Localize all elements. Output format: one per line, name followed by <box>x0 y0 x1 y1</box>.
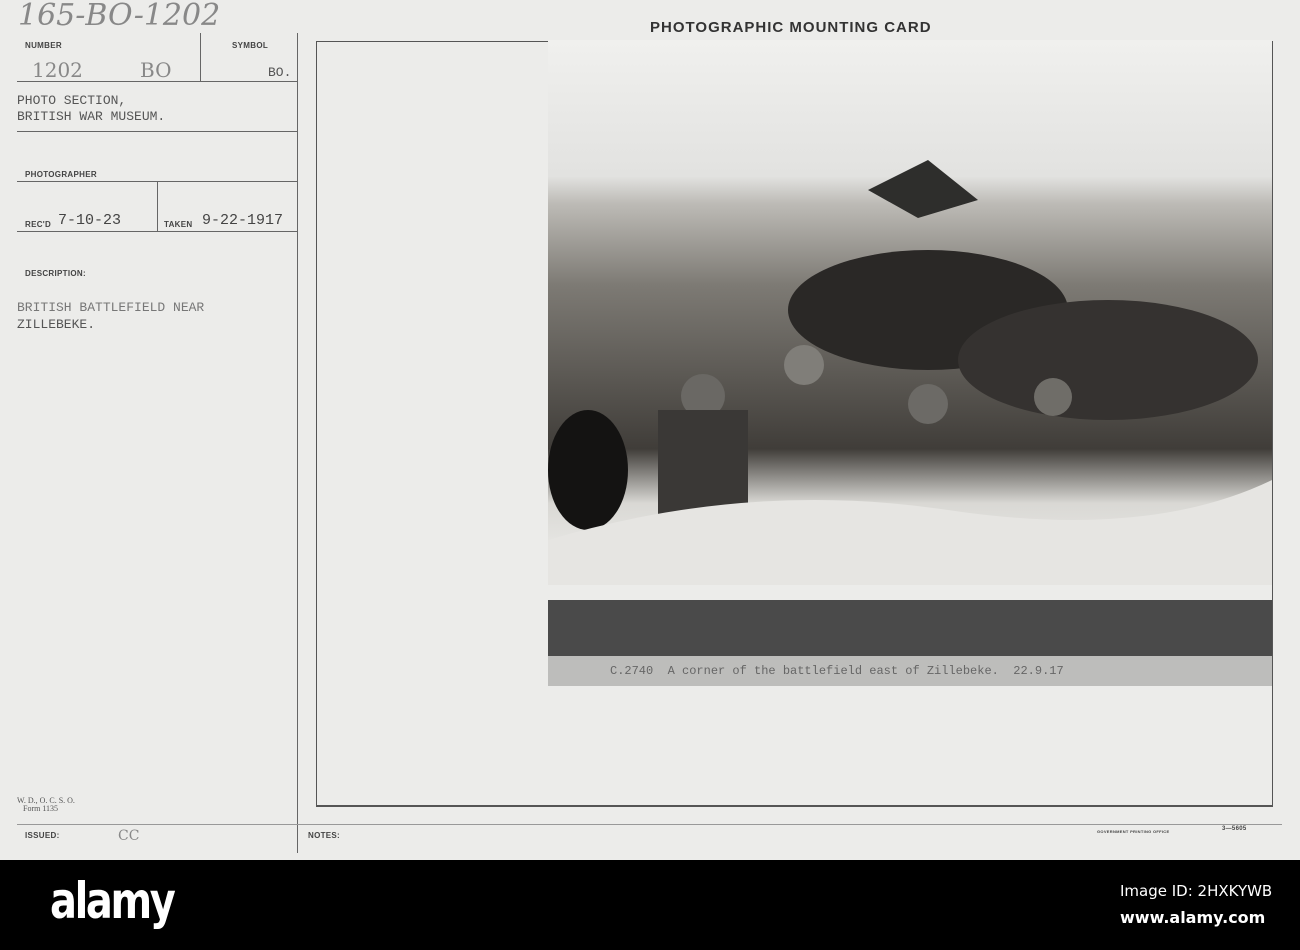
form-number: W. D., O. C. S. O. Form 1135 <box>17 797 75 813</box>
photo-caption: C.2740 A corner of the battlefield east … <box>610 664 1064 678</box>
source-line-2: BRITISH WAR MUSEUM. <box>17 109 166 124</box>
taken-label: TAKEN <box>164 220 193 229</box>
source-line-1: PHOTO SECTION, <box>17 93 127 108</box>
photographer-label: PHOTOGRAPHER <box>25 170 97 179</box>
photo-caption-strip: C.2740 A corner of the battlefield east … <box>548 656 1272 686</box>
recd-value: 7-10-23 <box>58 212 122 229</box>
description-line-1: BRITISH BATTLEFIELD NEAR <box>17 300 205 315</box>
form-code: 3—5605 <box>1222 826 1247 832</box>
symbol-label: SYMBOL <box>232 41 269 50</box>
description-label: DESCRIPTION: <box>25 269 86 278</box>
number-label: NUMBER <box>25 41 62 50</box>
taken-value: 9-22-1917 <box>202 212 284 229</box>
symbol-value: BO. <box>268 65 292 80</box>
form-line-2: Form 1135 <box>23 804 59 813</box>
handwritten-id: 165-BO-1202 <box>18 0 221 33</box>
issued-label: ISSUED: <box>25 831 60 840</box>
description-line-2: ZILLEBEKE. <box>17 317 96 332</box>
battlefield-photo <box>548 40 1272 585</box>
issued-value: CC <box>118 828 140 844</box>
photo-dark-band <box>548 600 1272 656</box>
printing-office: GOVERNMENT PRINTING OFFICE <box>1097 829 1170 834</box>
number-symbol-handwritten: BO <box>140 58 172 82</box>
alamy-url[interactable]: www.alamy.com <box>1120 908 1265 927</box>
alamy-logo: alamy <box>50 872 176 930</box>
mounting-card: 165-BO-1202 Photographic Mounting Card N… <box>0 0 1300 860</box>
notes-label: NOTES: <box>308 831 341 840</box>
watermark-footer: alamy Image ID: 2HXKYWB www.alamy.com <box>0 860 1300 950</box>
number-value: 1202 <box>32 58 83 82</box>
image-id: Image ID: 2HXKYWB <box>1120 882 1273 900</box>
wrecked-tank <box>868 160 978 218</box>
recd-label: REC'D <box>25 220 52 229</box>
card-title: Photographic Mounting Card <box>650 19 932 36</box>
